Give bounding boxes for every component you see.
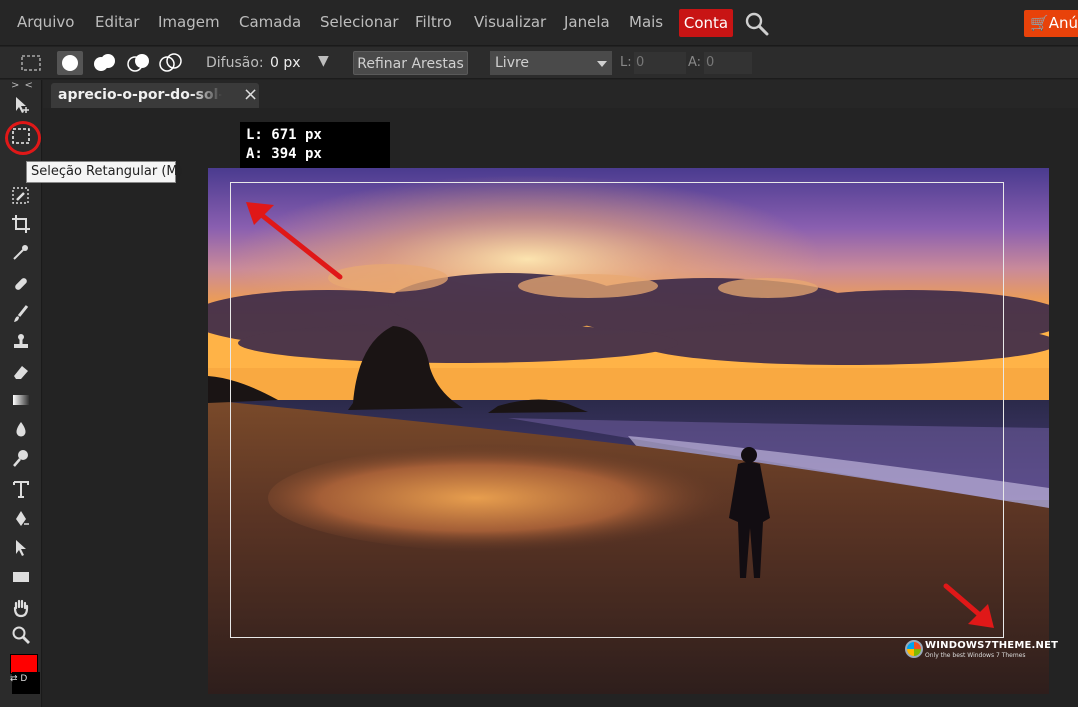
move-tool-icon[interactable] xyxy=(9,93,33,117)
document-tab-title: aprecio-o-por-do-sol-w xyxy=(58,87,222,103)
menu-janela[interactable]: Janela xyxy=(564,13,610,31)
feather-dropdown-icon[interactable]: ▼ xyxy=(318,53,329,69)
menu-mais[interactable]: Mais xyxy=(629,13,663,31)
menu-camada[interactable]: Camada xyxy=(239,13,301,31)
dodge-tool-icon[interactable] xyxy=(9,446,33,470)
tool-tooltip: Seleção Retangular (M) xyxy=(26,161,183,183)
blur-tool-icon[interactable] xyxy=(9,418,33,442)
account-button[interactable]: Conta xyxy=(679,9,733,37)
style-select-value: Livre xyxy=(495,55,530,71)
options-bar: Difusão: 0 px ▼ Refinar Arestas Livre L:… xyxy=(0,47,1078,79)
selection-marquee[interactable] xyxy=(230,182,1004,638)
brush-tool-icon[interactable] xyxy=(9,302,33,326)
path-selection-tool-icon[interactable] xyxy=(9,536,33,560)
subtract-selection-icon[interactable] xyxy=(126,53,152,73)
watermark-subtitle: Only the best Windows 7 Themes xyxy=(925,652,1026,659)
width-input[interactable]: 0 xyxy=(634,52,686,74)
clone-stamp-tool-icon[interactable] xyxy=(9,330,33,354)
menu-arquivo[interactable]: Arquivo xyxy=(17,13,74,31)
height-label: A: xyxy=(688,55,702,70)
intersect-selection-icon[interactable] xyxy=(158,53,184,73)
selection-dimensions-readout: L: 671 px A: 394 px xyxy=(240,122,390,168)
ad-label: Anúncio xyxy=(1048,14,1078,32)
menu-editar[interactable]: Editar xyxy=(95,13,139,31)
type-tool-icon[interactable] xyxy=(9,477,33,501)
height-input[interactable]: 0 xyxy=(704,52,752,74)
hand-tool-icon[interactable] xyxy=(9,596,33,620)
windows-logo-icon xyxy=(905,640,923,658)
menu-visualizar[interactable]: Visualizar xyxy=(474,13,546,31)
eyedropper-tool-icon[interactable] xyxy=(9,240,33,264)
add-selection-icon[interactable] xyxy=(92,53,118,73)
feather-input[interactable]: 0 px xyxy=(266,52,312,74)
feather-label: Difusão: xyxy=(206,55,264,71)
document-tab-bar: aprecio-o-por-do-sol-w × xyxy=(43,80,1078,108)
document-tab[interactable]: aprecio-o-por-do-sol-w × xyxy=(51,83,259,108)
zoom-tool-icon[interactable] xyxy=(9,623,33,647)
menu-imagem[interactable]: Imagem xyxy=(158,13,220,31)
width-label: L: xyxy=(620,55,632,70)
watermark: WINDOWS7THEME.NET Only the best Windows … xyxy=(903,637,1058,665)
selection-width-readout: L: 671 px xyxy=(246,127,322,143)
new-selection-icon[interactable] xyxy=(57,51,83,75)
foreground-color-swatch[interactable] xyxy=(10,654,38,674)
selection-height-readout: A: 394 px xyxy=(246,146,322,162)
menu-filtro[interactable]: Filtro xyxy=(415,13,452,31)
watermark-title: WINDOWS7THEME.NET xyxy=(925,640,1059,651)
search-icon[interactable] xyxy=(744,11,770,37)
eraser-tool-icon[interactable] xyxy=(9,360,33,384)
annotation-circle xyxy=(5,121,41,155)
toolbox-collapse-toggle[interactable]: > < xyxy=(11,80,34,91)
healing-brush-tool-icon[interactable] xyxy=(9,272,33,296)
gradient-tool-icon[interactable] xyxy=(9,388,33,412)
swap-colors-icon[interactable]: ⇄ D xyxy=(10,674,27,684)
shape-tool-icon[interactable] xyxy=(9,565,33,589)
quick-selection-tool-icon[interactable] xyxy=(9,184,33,208)
ad-button[interactable]: 🛒Anúncio xyxy=(1024,10,1078,37)
marquee-options-icon xyxy=(21,53,41,73)
menu-selecionar[interactable]: Selecionar xyxy=(320,13,399,31)
pen-tool-icon[interactable] xyxy=(9,507,33,531)
cart-icon: 🛒 xyxy=(1030,14,1049,32)
crop-tool-icon[interactable] xyxy=(9,212,33,236)
close-icon[interactable]: × xyxy=(243,85,258,105)
style-select[interactable]: Livre xyxy=(490,51,612,75)
chevron-down-icon xyxy=(597,61,607,67)
refine-edges-button[interactable]: Refinar Arestas xyxy=(353,51,468,75)
menu-bar: Arquivo Editar Imagem Camada Selecionar … xyxy=(0,0,1078,46)
